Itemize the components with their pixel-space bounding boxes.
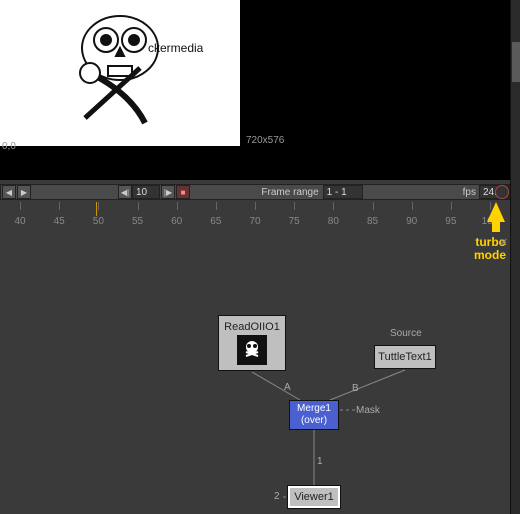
viewer-panel: ckermedia 0,0 720x576	[0, 0, 510, 180]
frame-range-label: Frame range	[261, 187, 318, 198]
ruler-tick	[98, 202, 99, 210]
step-back-button[interactable]: ◀|	[118, 185, 132, 199]
node-merge-label2: (over)	[301, 415, 327, 427]
ruler-label: 65	[210, 216, 221, 227]
ruler-tick	[294, 202, 295, 210]
logo-text: ckermedia	[148, 41, 204, 55]
ruler-tick	[333, 202, 334, 210]
ruler-label: 50	[93, 216, 104, 227]
edge-label-mask: Mask	[356, 405, 380, 416]
ruler-tick	[59, 202, 60, 210]
record-button[interactable]: ■	[176, 185, 190, 199]
ruler-tick	[451, 202, 452, 210]
current-frame-input[interactable]	[132, 185, 160, 199]
edge-label-b: B	[352, 383, 359, 394]
ruler-label: 45	[54, 216, 65, 227]
ruler-tick	[412, 202, 413, 210]
node-read[interactable]: ReadOIIO1	[218, 315, 286, 371]
node-viewer-label: Viewer1	[294, 491, 334, 503]
node-merge-label1: Merge1	[297, 403, 331, 415]
viewer-image: ckermedia	[0, 0, 240, 146]
ruler-label: 80	[328, 216, 339, 227]
close-panel-icon[interactable]: ✕	[499, 236, 508, 249]
ruler-label: 95	[445, 216, 456, 227]
ruler-label: 70	[249, 216, 260, 227]
turbo-mode-button[interactable]	[495, 185, 509, 199]
source-hint: Source	[390, 328, 422, 339]
edge-label-a: A	[284, 382, 291, 393]
ruler-label: 55	[132, 216, 143, 227]
vertical-scrollbar[interactable]	[510, 0, 520, 514]
port-label-2: 2	[274, 491, 280, 502]
ruler-label: 40	[14, 216, 25, 227]
coord-label: 0,0	[2, 141, 16, 152]
ruler-label: 60	[171, 216, 182, 227]
step-fwd-button[interactable]: |▶	[161, 185, 175, 199]
node-viewer[interactable]: Viewer1	[288, 486, 340, 508]
ruler-label: 75	[289, 216, 300, 227]
scrollbar-thumb[interactable]	[512, 42, 520, 82]
timeline-bar: ◀ ▶ ◀| |▶ ■ Frame range fps	[0, 184, 510, 200]
ruler-tick	[216, 202, 217, 210]
timeline-ruler[interactable]: 404550556065707580859095100	[0, 202, 510, 234]
frame-range-input[interactable]	[323, 185, 363, 199]
node-merge[interactable]: Merge1 (over)	[289, 400, 339, 430]
fps-label: fps	[463, 187, 476, 198]
playhead[interactable]	[96, 202, 97, 216]
node-read-label: ReadOIIO1	[224, 321, 280, 333]
port-label-1: 1	[317, 456, 323, 467]
annotation-arrow	[487, 202, 505, 222]
ruler-tick	[20, 202, 21, 210]
ruler-tick	[373, 202, 374, 210]
ruler-label: 85	[367, 216, 378, 227]
prev-button[interactable]: ◀	[2, 185, 16, 199]
node-tuttletext[interactable]: TuttleText1	[374, 345, 436, 369]
dimensions-label: 720x576	[246, 135, 284, 146]
ruler-tick	[177, 202, 178, 210]
ruler-tick	[138, 202, 139, 210]
ruler-tick	[255, 202, 256, 210]
next-button[interactable]: ▶	[17, 185, 31, 199]
node-read-thumb	[237, 335, 267, 365]
ruler-label: 90	[406, 216, 417, 227]
node-tuttletext-label: TuttleText1	[378, 351, 431, 363]
